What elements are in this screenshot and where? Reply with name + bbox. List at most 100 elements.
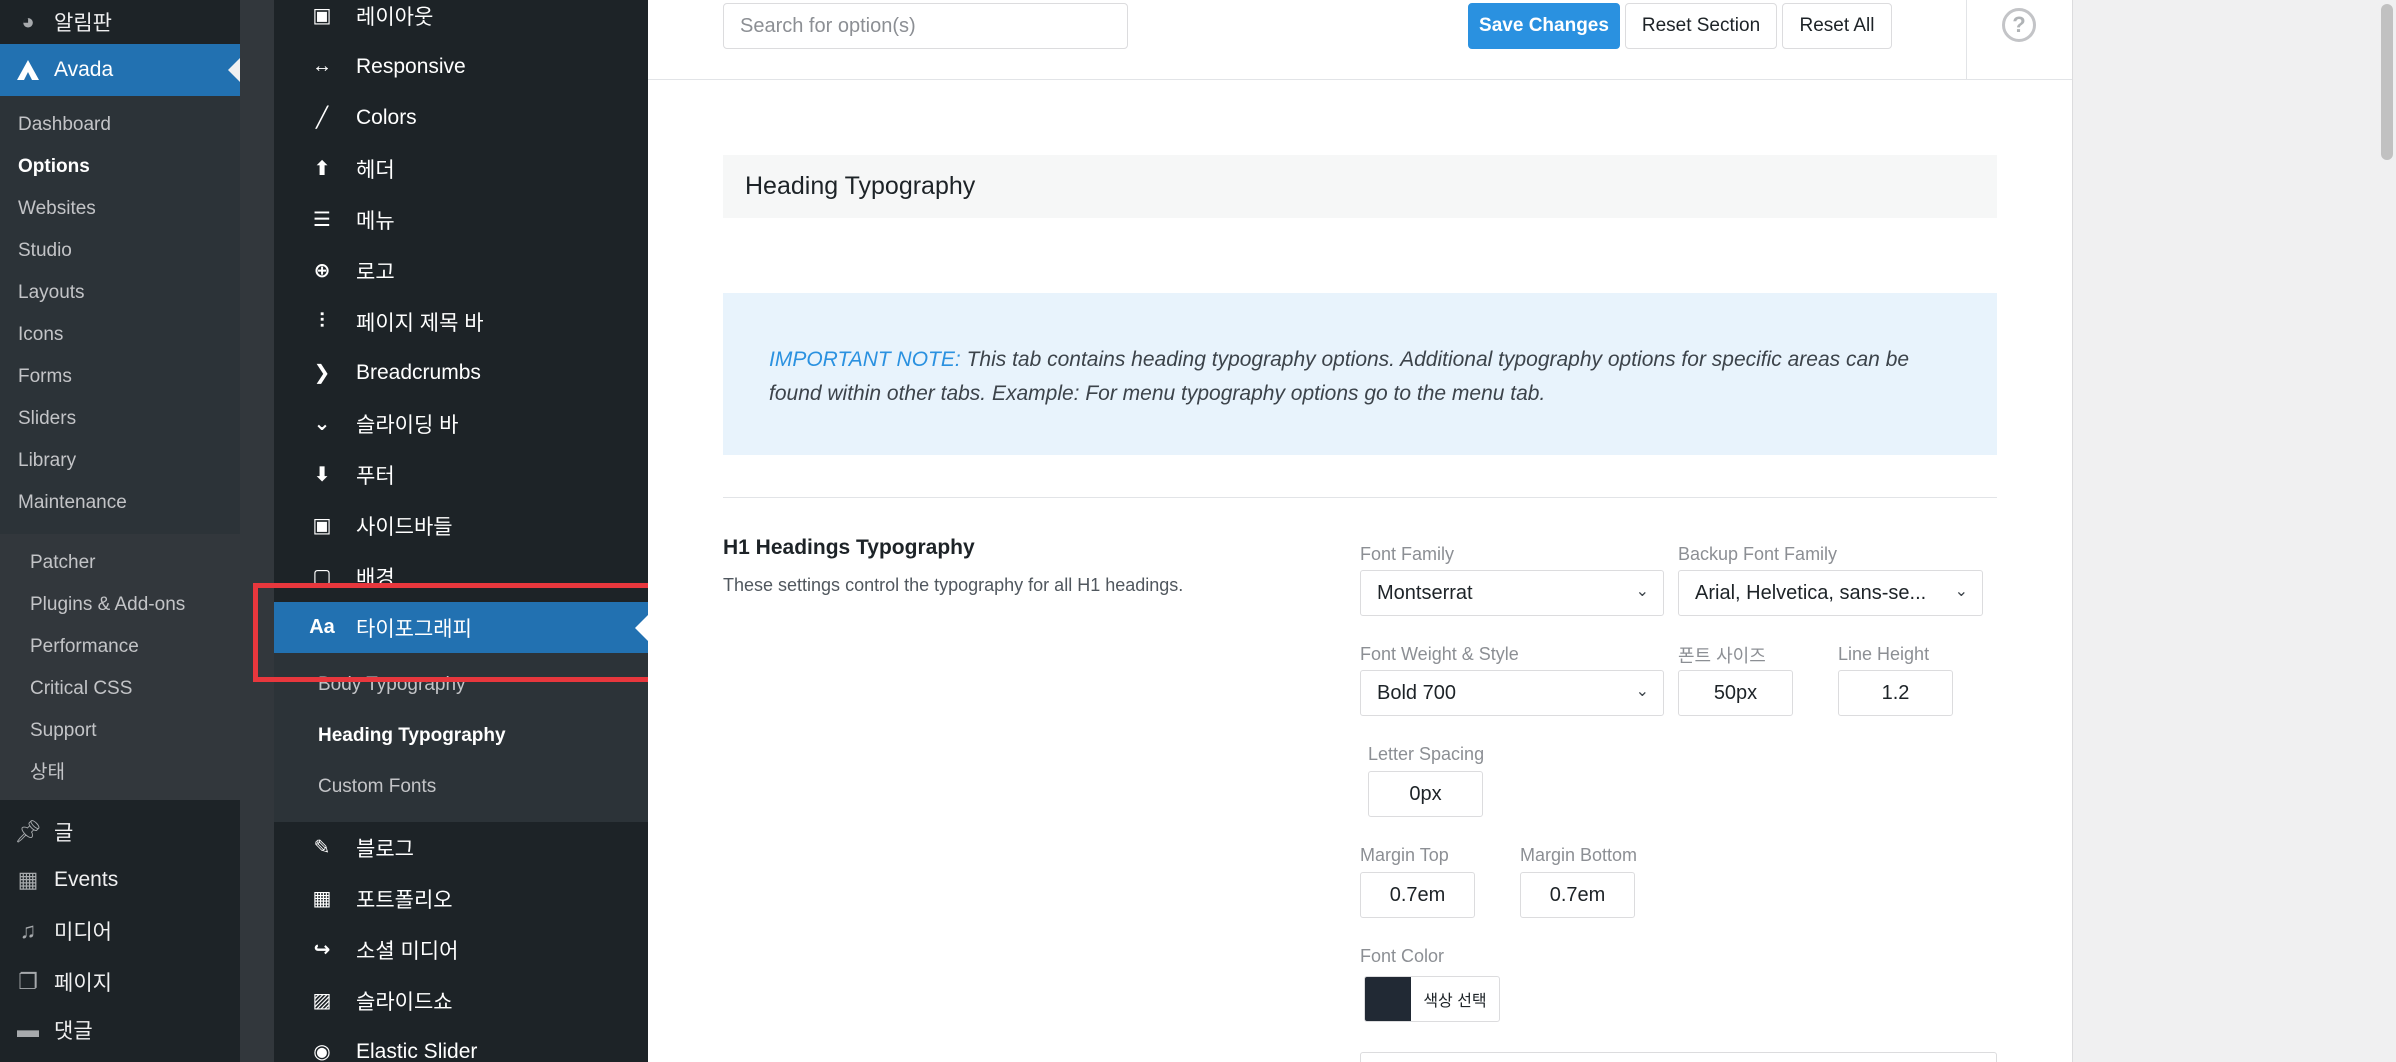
- wp-menu-dashboard-label: 알림판: [54, 12, 112, 35]
- nav-elastic-slider[interactable]: ◉ Elastic Slider: [274, 1026, 648, 1062]
- chevron-right-icon: ❯: [313, 362, 331, 384]
- nav-menu[interactable]: ☰ 메뉴: [274, 194, 648, 245]
- font-family-value: Montserrat: [1377, 581, 1473, 604]
- nav-breadcrumbs[interactable]: ❯ Breadcrumbs: [274, 347, 648, 398]
- nav-social-media[interactable]: ↪ 소셜 미디어: [274, 924, 648, 975]
- margin-bottom-label: Margin Bottom: [1520, 845, 1638, 865]
- maint-sub-critical-css[interactable]: Critical CSS: [0, 668, 240, 710]
- maint-sub-patcher[interactable]: Patcher: [0, 542, 240, 584]
- scrollbar-thumb[interactable]: [2381, 4, 2393, 160]
- typography-icon: Aa: [309, 616, 335, 638]
- nav-sub-heading-typography[interactable]: Heading Typography: [274, 710, 648, 761]
- font-color-picker[interactable]: 색상 선택: [1364, 976, 1500, 1022]
- nav-sidebars[interactable]: ▣ 사이드바들: [274, 500, 648, 551]
- menu-icon: ☰: [313, 209, 331, 231]
- font-weight-value: Bold 700: [1377, 681, 1456, 704]
- maint-sub-support[interactable]: Support: [0, 710, 240, 752]
- reset-all-button[interactable]: Reset All: [1782, 3, 1892, 49]
- avada-sub-options[interactable]: Options: [0, 146, 240, 188]
- wp-menu-events[interactable]: ▦ Events: [0, 854, 240, 906]
- avada-sub-forms[interactable]: Forms: [0, 356, 240, 398]
- nav-label: 로고: [356, 260, 395, 284]
- font-family-select[interactable]: Montserrat ⌄: [1360, 570, 1664, 616]
- nav-sub-custom-fonts[interactable]: Custom Fonts: [274, 761, 648, 812]
- nav-label: Elastic Slider: [356, 1039, 478, 1062]
- help-icon[interactable]: ?: [2002, 8, 2036, 42]
- arrow-down-icon: ⬇: [313, 464, 331, 486]
- avada-sub-icons[interactable]: Icons: [0, 314, 240, 356]
- reset-section-button[interactable]: Reset Section: [1625, 3, 1777, 49]
- avada-sub-layouts[interactable]: Layouts: [0, 272, 240, 314]
- nav-label: Colors: [356, 105, 417, 129]
- maintenance-submenu: Patcher Plugins & Add-ons Performance Cr…: [0, 534, 240, 800]
- avada-sub-websites[interactable]: Websites: [0, 188, 240, 230]
- wp-menu-media[interactable]: ♫ 미디어: [0, 906, 240, 956]
- nav-sliding-bar[interactable]: ⌄ 슬라이딩 바: [274, 398, 648, 449]
- wp-menu-comments-label: 댓글: [54, 1020, 93, 1043]
- nav-header[interactable]: ⬆ 헤더: [274, 143, 648, 194]
- nav-logo[interactable]: ⊕ 로고: [274, 245, 648, 296]
- avada-sub-dashboard[interactable]: Dashboard: [0, 104, 240, 146]
- maint-sub-performance[interactable]: Performance: [0, 626, 240, 668]
- nav-label: Responsive: [356, 54, 466, 78]
- wp-menu-dashboard[interactable]: ◕ 알림판: [0, 0, 240, 44]
- nav-portfolio[interactable]: ▦ 포트폴리오: [274, 873, 648, 924]
- nav-typography[interactable]: Aa 타이포그래피: [274, 602, 648, 653]
- nav-slideshow[interactable]: ▨ 슬라이드쇼: [274, 975, 648, 1026]
- important-note: IMPORTANT NOTE: This tab contains headin…: [723, 293, 1997, 455]
- wp-menu-posts[interactable]: 📌︎ 글: [0, 810, 240, 854]
- font-size-input[interactable]: 50px: [1678, 670, 1793, 716]
- wp-menu-pages-label: 페이지: [54, 972, 112, 995]
- avada-submenu: Dashboard Options Websites Studio Layout…: [0, 96, 240, 534]
- wp-menu-avada[interactable]: Avada: [0, 44, 240, 96]
- nav-label: 블로그: [356, 837, 414, 861]
- divider: [723, 497, 1997, 498]
- nav-label: 슬라이딩 바: [356, 413, 459, 437]
- dashboard-icon: ◕: [21, 9, 35, 34]
- nav-label: 포트폴리오: [356, 888, 453, 912]
- nav-label: 타이포그래피: [356, 617, 472, 641]
- margin-bottom-input[interactable]: 0.7em: [1520, 872, 1635, 918]
- font-weight-select[interactable]: Bold 700 ⌄: [1360, 670, 1664, 716]
- backup-font-label: Backup Font Family: [1678, 544, 1838, 564]
- option-description: These settings control the typography fo…: [723, 575, 1184, 595]
- maint-sub-status[interactable]: 상태: [0, 752, 240, 794]
- nav-label: 배경: [356, 566, 395, 590]
- search-input[interactable]: [723, 3, 1128, 49]
- chevron-down-icon: ⌄: [1635, 683, 1649, 700]
- nav-responsive[interactable]: ↔ Responsive: [274, 41, 648, 92]
- share-icon: ↪: [313, 939, 331, 961]
- maint-sub-plugins[interactable]: Plugins & Add-ons: [0, 584, 240, 626]
- backup-font-select[interactable]: Arial, Helvetica, sans-se... ⌄: [1678, 570, 1983, 616]
- avada-sub-studio[interactable]: Studio: [0, 230, 240, 272]
- plus-circle-icon: ⊕: [313, 260, 331, 282]
- nav-colors[interactable]: ╱ Colors: [274, 92, 648, 143]
- wp-menu-posts-label: 글: [54, 822, 74, 845]
- options-nav-panel: ▣ 레이아웃 ↔ Responsive ╱ Colors ⬆ 헤더 ☰ 메뉴 ⊕ 로고 ⫶ 페…: [274, 0, 648, 1062]
- font-color-label: Font Color: [1360, 946, 1445, 966]
- options-content: Save Changes Reset Section Reset All ? H…: [648, 0, 2073, 1062]
- wp-menu-pages[interactable]: ❐ 페이지: [0, 956, 240, 1008]
- nav-layout[interactable]: ▣ 레이아웃: [274, 0, 648, 41]
- pages-icon: ❐: [18, 969, 38, 994]
- avada-sub-maintenance[interactable]: Maintenance: [0, 482, 240, 524]
- line-height-input[interactable]: 1.2: [1838, 670, 1953, 716]
- avada-sub-sliders[interactable]: Sliders: [0, 398, 240, 440]
- next-option-field: [1360, 1052, 1997, 1062]
- grid-icon: ▦: [312, 888, 332, 910]
- margin-top-input[interactable]: 0.7em: [1360, 872, 1475, 918]
- nav-blog[interactable]: ✎ 블로그: [274, 822, 648, 873]
- letter-spacing-input[interactable]: 0px: [1368, 771, 1483, 817]
- media-icon: ♫: [19, 918, 37, 943]
- save-changes-button[interactable]: Save Changes: [1468, 3, 1620, 49]
- nav-footer[interactable]: ⬇ 푸터: [274, 449, 648, 500]
- avada-sub-library[interactable]: Library: [0, 440, 240, 482]
- option-title: H1 Headings Typography: [723, 536, 975, 559]
- scrollbar[interactable]: [2378, 0, 2396, 1062]
- sidebar-icon: ▣: [312, 515, 332, 537]
- nav-label: 페이지 제목 바: [356, 311, 484, 335]
- wp-menu-comments[interactable]: ▬ 댓글: [0, 1008, 240, 1052]
- nav-background[interactable]: ▢ 배경: [274, 551, 648, 602]
- nav-page-title-bar[interactable]: ⫶ 페이지 제목 바: [274, 296, 648, 347]
- nav-sub-body-typography[interactable]: Body Typography: [274, 659, 648, 710]
